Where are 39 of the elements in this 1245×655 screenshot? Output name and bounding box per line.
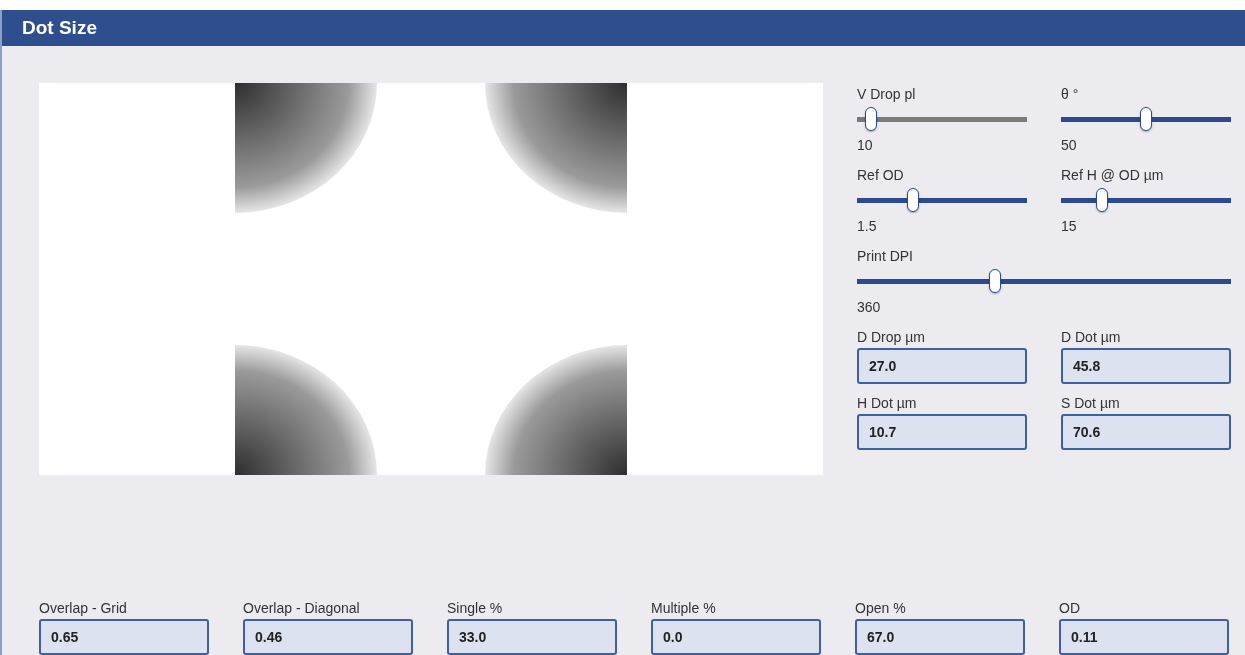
output-field[interactable]: 10.7 bbox=[857, 414, 1027, 450]
output-field[interactable]: 0.0 bbox=[651, 619, 821, 655]
output-field[interactable]: 45.8 bbox=[1061, 348, 1231, 384]
slider-label: Ref H @ OD µm bbox=[1061, 166, 1165, 184]
slider-label: Ref OD bbox=[857, 166, 905, 184]
output-field[interactable]: 67.0 bbox=[855, 619, 1025, 655]
field-label: Multiple % bbox=[651, 599, 717, 617]
slider[interactable] bbox=[857, 188, 1027, 212]
slider[interactable] bbox=[1061, 107, 1231, 131]
output-field[interactable]: 0.65 bbox=[39, 619, 209, 655]
output-field[interactable]: 0.46 bbox=[243, 619, 413, 655]
slider[interactable] bbox=[857, 269, 1231, 293]
slider-label: θ ° bbox=[1061, 85, 1080, 103]
slider-thumb[interactable] bbox=[989, 269, 1002, 293]
output-field[interactable]: 33.0 bbox=[447, 619, 617, 655]
window-title: Dot Size bbox=[22, 17, 97, 39]
slider-value: 10 bbox=[857, 136, 874, 154]
slider-value: 50 bbox=[1061, 136, 1078, 154]
field-label: OD bbox=[1059, 599, 1081, 617]
slider-value: 1.5 bbox=[857, 217, 878, 235]
slider-thumb[interactable] bbox=[907, 188, 920, 212]
slider-value: 15 bbox=[1061, 217, 1078, 235]
field-label: D Drop µm bbox=[857, 328, 926, 346]
field-label: H Dot µm bbox=[857, 394, 918, 412]
field-label: Overlap - Diagonal bbox=[243, 599, 361, 617]
slider-label: V Drop pl bbox=[857, 85, 917, 103]
slider-thumb[interactable] bbox=[1140, 107, 1152, 131]
field-label: Overlap - Grid bbox=[39, 599, 128, 617]
field-label: Open % bbox=[855, 599, 907, 617]
output-field[interactable]: 27.0 bbox=[857, 348, 1027, 384]
field-label: S Dot µm bbox=[1061, 394, 1121, 412]
slider-value: 360 bbox=[857, 298, 882, 316]
field-label: Single % bbox=[447, 599, 504, 617]
slider[interactable] bbox=[1061, 188, 1231, 212]
output-field[interactable]: 0.11 bbox=[1059, 619, 1229, 655]
output-field[interactable]: 70.6 bbox=[1061, 414, 1231, 450]
slider-label: Print DPI bbox=[857, 247, 914, 265]
slider-thumb[interactable] bbox=[1095, 188, 1108, 212]
field-label: D Dot µm bbox=[1061, 328, 1122, 346]
